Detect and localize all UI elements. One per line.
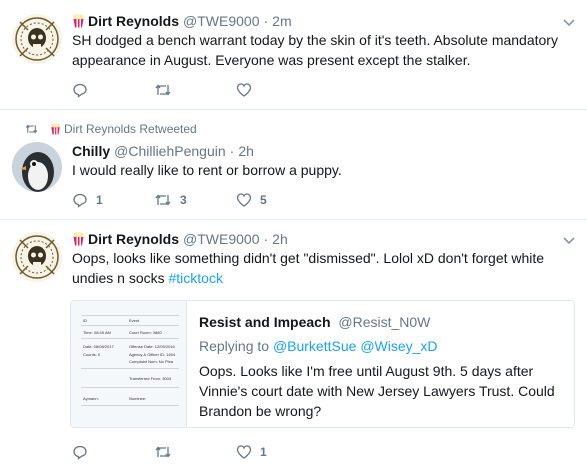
like-count: 1: [260, 445, 267, 459]
author-name[interactable]: Chilly: [72, 142, 110, 160]
popcorn-icon: [73, 14, 84, 28]
author-name[interactable]: Dirt Reynolds: [88, 12, 179, 30]
chilly-avatar[interactable]: [12, 142, 62, 192]
quoted-tweet-header: Resist and Impeach @Resist_N0W: [199, 314, 430, 330]
document-rule: [81, 368, 179, 369]
replying-to-line: Replying to @BurkettSue @Wisey_xD: [199, 338, 438, 354]
replying-to-prefix: Replying to: [199, 338, 273, 354]
reply-button[interactable]: [72, 82, 154, 98]
tweet-text: Oops, looks like something didn't get "d…: [72, 248, 572, 288]
author-handle[interactable]: @TWE9000: [183, 12, 259, 30]
author-handle[interactable]: @ChilliehPenguin: [114, 142, 226, 160]
dirt-reynolds-avatar[interactable]: [12, 14, 62, 64]
retweet-icon: [155, 194, 171, 206]
separator-dot: ·: [229, 143, 235, 159]
skull-emblem-icon: [12, 232, 62, 282]
penguin-icon: [12, 142, 62, 192]
reply-button[interactable]: 1: [72, 192, 154, 208]
tweet-1[interactable]: Dirt Reynolds @TWE9000 · 2m SH dodged a …: [0, 0, 587, 110]
tweet-text: I would really like to rent or borrow a …: [72, 162, 342, 178]
chevron-down-icon[interactable]: [563, 234, 575, 246]
timestamp[interactable]: 2h: [238, 142, 254, 160]
heart-icon: [236, 83, 252, 97]
document-head-right: Event: [129, 318, 140, 323]
tweet-text: SH dodged a bench warrant today by the s…: [72, 32, 558, 68]
retweeted-by-label: Dirt Reynolds Retweeted: [64, 122, 197, 136]
popcorn-icon: [73, 232, 84, 246]
separator-dot: ·: [263, 13, 269, 29]
quoted-tweet-text: Oops. Looks like I'm free until August 9…: [199, 363, 555, 419]
reply-count: 1: [96, 193, 103, 207]
retweet-context[interactable]: Dirt Reynolds Retweeted: [25, 122, 197, 136]
document-cell: Court Room: 3880: [129, 330, 162, 335]
quoted-tweet-card[interactable]: ID Event Time: 08:45 AM Court Room: 3880…: [70, 300, 575, 428]
mention-link[interactable]: @BurkettSue: [273, 338, 356, 354]
document-cell: Aymann:: [83, 396, 99, 401]
like-count: 5: [260, 193, 267, 207]
tweet-header: Chilly @ChilliehPenguin · 2h: [72, 142, 254, 160]
chevron-down-icon[interactable]: [563, 16, 575, 28]
document-rule: [81, 338, 179, 339]
document-rule: [81, 325, 179, 326]
document-cell: Time: 08:45 AM: [83, 330, 111, 335]
document-cell: Transferred From: 3004: [129, 376, 172, 381]
document-cell: Agency & Officer ID: 1604: [129, 352, 176, 357]
retweet-icon: [155, 84, 171, 96]
tweet-header: Dirt Reynolds @TWE9000 · 2m: [72, 12, 292, 30]
skull-emblem-icon: [12, 14, 62, 64]
document-rule: [81, 405, 179, 406]
reply-button[interactable]: [72, 444, 154, 460]
retweet-button[interactable]: [154, 82, 236, 98]
retweet-icon: [25, 124, 38, 134]
document-cell: Complaint Num: No Plea: [129, 359, 174, 364]
tweet-actions: 1: [72, 444, 318, 460]
reply-icon: [73, 445, 87, 460]
reply-icon: [73, 83, 87, 98]
document-cell: Date: 08/08/2017: [83, 344, 114, 349]
reply-icon: [73, 193, 87, 208]
tweet-actions: 1 3 5: [72, 192, 318, 208]
tweet-body: Oops, looks like something didn't get "d…: [72, 250, 545, 286]
document-rule: [81, 315, 179, 316]
retweet-button[interactable]: [154, 444, 236, 460]
hashtag-link[interactable]: #ticktock: [169, 270, 223, 286]
heart-icon: [236, 193, 252, 207]
popcorn-icon: [51, 123, 60, 135]
retweet-icon: [155, 446, 171, 458]
document-cell: Counts: 0: [83, 352, 101, 357]
tweet-2-retweet[interactable]: Dirt Reynolds Retweeted Chilly @Chillieh…: [0, 110, 587, 220]
like-button[interactable]: [236, 82, 318, 98]
quoted-author-handle[interactable]: @Resist_N0W: [338, 314, 430, 330]
document-rule: [81, 387, 179, 388]
like-button[interactable]: 5: [236, 192, 318, 208]
mention-link[interactable]: @Wisey_xD: [360, 338, 437, 354]
timestamp[interactable]: 2m: [272, 12, 291, 30]
author-name[interactable]: Dirt Reynolds: [88, 230, 179, 248]
document-cell: Nominee:: [129, 396, 147, 401]
author-handle[interactable]: @TWE9000: [183, 230, 259, 248]
dirt-reynolds-avatar[interactable]: [12, 232, 62, 282]
quoted-author-name[interactable]: Resist and Impeach: [199, 314, 331, 330]
document-head-left: ID: [83, 318, 87, 323]
separator-dot: ·: [263, 231, 269, 247]
retweet-count: 3: [180, 193, 187, 207]
document-cell: Offense Date: 12/05/2016: [129, 344, 175, 349]
like-button[interactable]: 1: [236, 444, 318, 460]
heart-icon: [236, 445, 252, 459]
retweet-button[interactable]: 3: [154, 192, 236, 208]
timestamp[interactable]: 2h: [272, 230, 288, 248]
tweet-actions: [72, 82, 318, 98]
court-document-thumbnail[interactable]: ID Event Time: 08:45 AM Court Room: 3880…: [71, 301, 187, 427]
tweet-header: Dirt Reynolds @TWE9000 · 2h: [72, 230, 288, 248]
